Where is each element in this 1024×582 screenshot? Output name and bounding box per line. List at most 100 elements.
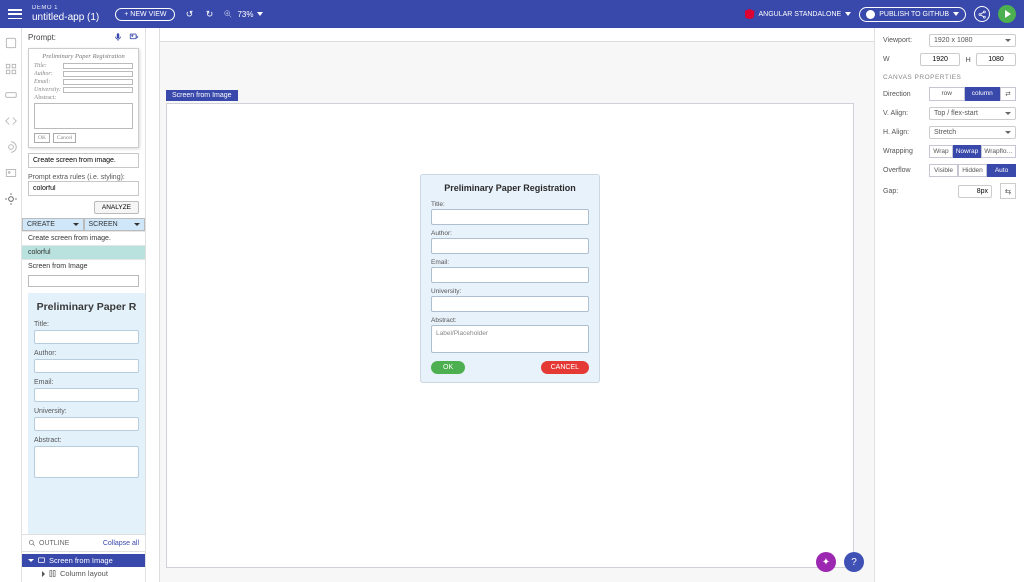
chevron-down-icon — [845, 12, 851, 16]
prompt-input[interactable] — [28, 153, 139, 168]
direction-swap-icon[interactable]: ⇄ — [1000, 87, 1016, 101]
history-item[interactable]: Create screen from image. — [22, 231, 145, 245]
ruler-horizontal — [146, 28, 874, 42]
angular-standalone-dropdown[interactable]: ANGULAR STANDALONE — [745, 9, 852, 19]
history-item[interactable]: Screen from Image — [22, 259, 145, 273]
icon-rail — [0, 28, 22, 582]
gap-input[interactable] — [958, 185, 992, 198]
column-layout-icon — [48, 569, 57, 578]
new-view-button[interactable]: + NEW VIEW — [115, 8, 175, 21]
author-input[interactable] — [431, 238, 589, 254]
components-icon[interactable] — [4, 36, 18, 50]
preview-title: Preliminary Paper R — [34, 301, 139, 313]
preview-university-input[interactable] — [34, 417, 139, 431]
chevron-down-icon — [134, 223, 140, 226]
theme-icon[interactable] — [4, 140, 18, 154]
code-icon[interactable] — [4, 114, 18, 128]
publish-github-button[interactable]: PUBLISH TO GITHUB — [859, 7, 966, 22]
outline-bar: OUTLINE Collapse all — [22, 534, 145, 552]
direction-group: row column ⇄ — [929, 87, 1016, 101]
gap-link-icon[interactable]: ⇆ — [1000, 183, 1016, 199]
chevron-right-icon — [42, 571, 45, 577]
zoom-control[interactable]: 73% — [223, 9, 263, 19]
sketch-title: Preliminary Paper Registration — [34, 53, 133, 60]
layers-icon[interactable] — [4, 62, 18, 76]
halign-select[interactable]: Stretch — [929, 126, 1016, 139]
publish-label: PUBLISH TO GITHUB — [879, 11, 949, 18]
direction-row-button[interactable]: row — [929, 87, 965, 101]
ok-button[interactable]: OK — [431, 361, 465, 374]
hidden-button[interactable]: Hidden — [958, 164, 987, 177]
extra-rules-label: Prompt extra rules (i.e. styling): — [28, 174, 139, 181]
ai-prompt-icon[interactable] — [4, 192, 18, 206]
ruler-vertical — [146, 28, 160, 582]
standalone-label: ANGULAR STANDALONE — [759, 11, 842, 18]
abstract-input[interactable]: Label/Placeholder — [431, 325, 589, 353]
history-current-input[interactable] — [28, 275, 139, 287]
outline-label: OUTLINE — [39, 540, 69, 547]
prompt-sketch: Preliminary Paper Registration Title: Au… — [28, 48, 139, 148]
preview-author-input[interactable] — [34, 359, 139, 373]
preview-abstract-input[interactable] — [34, 446, 139, 478]
left-panel: Prompt: Preliminary Paper Registration T… — [22, 28, 146, 582]
microphone-icon[interactable] — [113, 32, 123, 42]
prompt-label: Prompt: — [28, 33, 56, 42]
right-panel: Viewport: 1920 x 1080 W H CANVAS PROPERT… — [874, 28, 1024, 582]
email-input[interactable] — [431, 267, 589, 283]
title-input[interactable] — [431, 209, 589, 225]
demo-label: DEMO 1 — [32, 5, 99, 12]
tree-root[interactable]: Screen from Image — [22, 554, 145, 567]
analyze-button[interactable]: ANALYZE — [94, 201, 139, 214]
topbar: DEMO 1 untitled-app (1) + NEW VIEW ↺ ↻ 7… — [0, 0, 1024, 28]
help-fab[interactable]: ? — [844, 552, 864, 572]
angular-icon — [745, 9, 755, 19]
redo-icon[interactable]: ↻ — [203, 8, 215, 20]
visible-button[interactable]: Visible — [929, 164, 958, 177]
canvas-screen[interactable]: Screen from Image Preliminary Paper Regi… — [166, 103, 854, 568]
preview-button[interactable] — [998, 5, 1016, 23]
create-dropdown[interactable]: CREATE — [22, 218, 84, 231]
auto-button[interactable]: Auto — [987, 164, 1016, 177]
preview-card: Preliminary Paper R Title: Author: Email… — [28, 293, 145, 534]
properties-section: CANVAS PROPERTIES — [883, 74, 1016, 81]
nowrap-button[interactable]: Nowrap — [953, 145, 981, 158]
tree: Screen from Image Column layout — [22, 552, 145, 582]
history-item[interactable]: colorful — [22, 245, 145, 259]
canvas-label: Screen from Image — [166, 90, 238, 101]
tree-child[interactable]: Column layout — [22, 567, 145, 580]
viewport-label: Viewport: — [883, 37, 925, 44]
screen-dropdown[interactable]: SCREEN — [84, 218, 146, 231]
undo-icon[interactable]: ↺ — [183, 8, 195, 20]
collapse-all-link[interactable]: Collapse all — [103, 540, 139, 547]
chevron-down-icon — [73, 223, 79, 226]
sketch-ok: OK — [34, 133, 50, 143]
canvas-area: Screen from Image Preliminary Paper Regi… — [146, 28, 874, 582]
overflow-group: Visible Hidden Auto — [929, 164, 1016, 177]
valign-select[interactable]: Top / flex-start — [929, 107, 1016, 120]
wrap-button[interactable]: Wrap — [929, 145, 953, 158]
app-title-block: DEMO 1 untitled-app (1) — [32, 5, 99, 23]
height-input[interactable] — [976, 53, 1016, 66]
zoom-value: 73% — [237, 10, 253, 19]
viewport-select[interactable]: 1920 x 1080 — [929, 34, 1016, 47]
github-icon — [866, 10, 875, 19]
extra-rules-input[interactable] — [28, 181, 139, 196]
preview-email-input[interactable] — [34, 388, 139, 402]
wrapflow-button[interactable]: Wrapflo… — [981, 145, 1016, 158]
assets-icon[interactable] — [4, 166, 18, 180]
direction-column-button[interactable]: column — [965, 87, 1001, 101]
share-button[interactable] — [974, 6, 990, 22]
width-input[interactable] — [920, 53, 960, 66]
chevron-down-icon — [257, 12, 263, 16]
ai-fab[interactable]: ✦ — [816, 552, 836, 572]
form-card: Preliminary Paper Registration Title: Au… — [420, 174, 600, 383]
data-icon[interactable] — [4, 88, 18, 102]
image-prompt-icon[interactable] — [129, 32, 139, 42]
form-title: Preliminary Paper Registration — [431, 183, 589, 193]
menu-icon[interactable] — [8, 9, 22, 19]
wrapping-group: Wrap Nowrap Wrapflo… — [929, 145, 1016, 158]
preview-title-input[interactable] — [34, 330, 139, 344]
cancel-button[interactable]: CANCEL — [541, 361, 589, 374]
university-input[interactable] — [431, 296, 589, 312]
sketch-cancel: Cancel — [53, 133, 76, 143]
